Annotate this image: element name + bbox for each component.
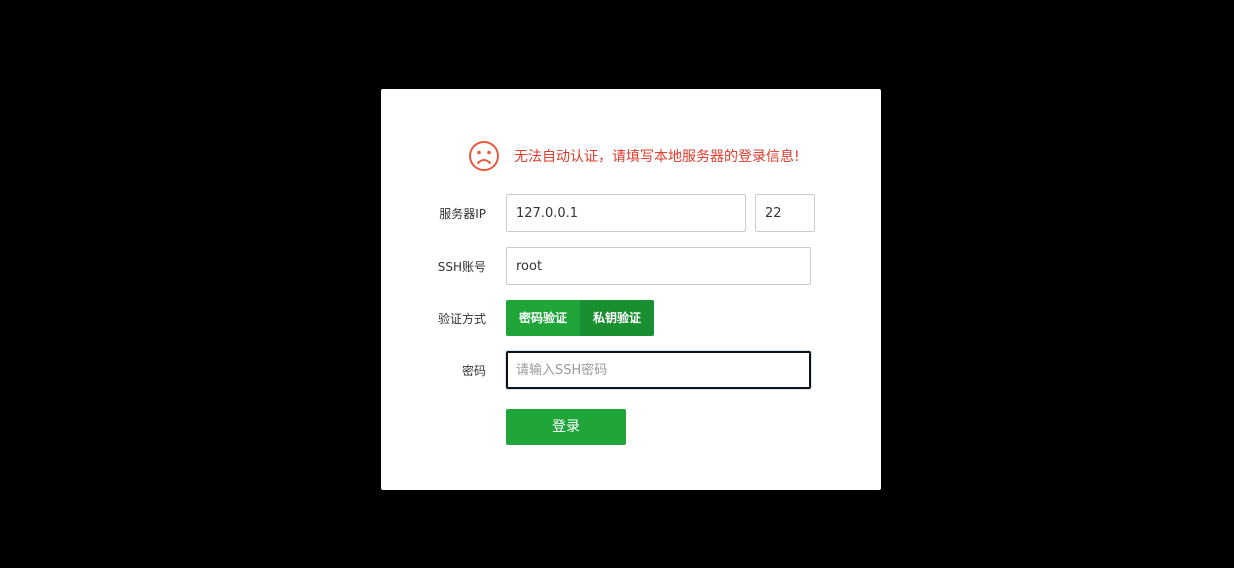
ssh-account-input[interactable] [506,247,811,285]
port-input[interactable] [755,194,815,232]
auth-method-label: 验证方式 [437,311,486,326]
login-button[interactable]: 登录 [506,409,626,445]
password-input[interactable] [506,351,811,389]
key-auth-button[interactable]: 私钥验证 [580,300,655,336]
auth-warning: 无法自动认证，请填写本地服务器的登录信息! [468,140,800,172]
password-row: 密码 [381,351,881,389]
password-auth-button[interactable]: 密码验证 [506,300,581,336]
sad-face-icon [468,140,500,172]
ssh-login-dialog: 无法自动认证，请填写本地服务器的登录信息! 服务器IP SSH账号 验证方式 密… [381,89,881,490]
ssh-account-label: SSH账号 [437,259,486,274]
server-ip-label: 服务器IP [439,206,486,221]
server-ip-row: 服务器IP [381,194,881,232]
server-ip-input[interactable] [506,194,746,232]
auth-method-toggle: 密码验证 私钥验证 [506,300,655,336]
warning-message: 无法自动认证，请填写本地服务器的登录信息! [514,149,800,165]
auth-method-row: 验证方式 密码验证 私钥验证 [381,300,881,336]
password-label: 密码 [461,363,486,378]
ssh-account-row: SSH账号 [381,247,881,285]
